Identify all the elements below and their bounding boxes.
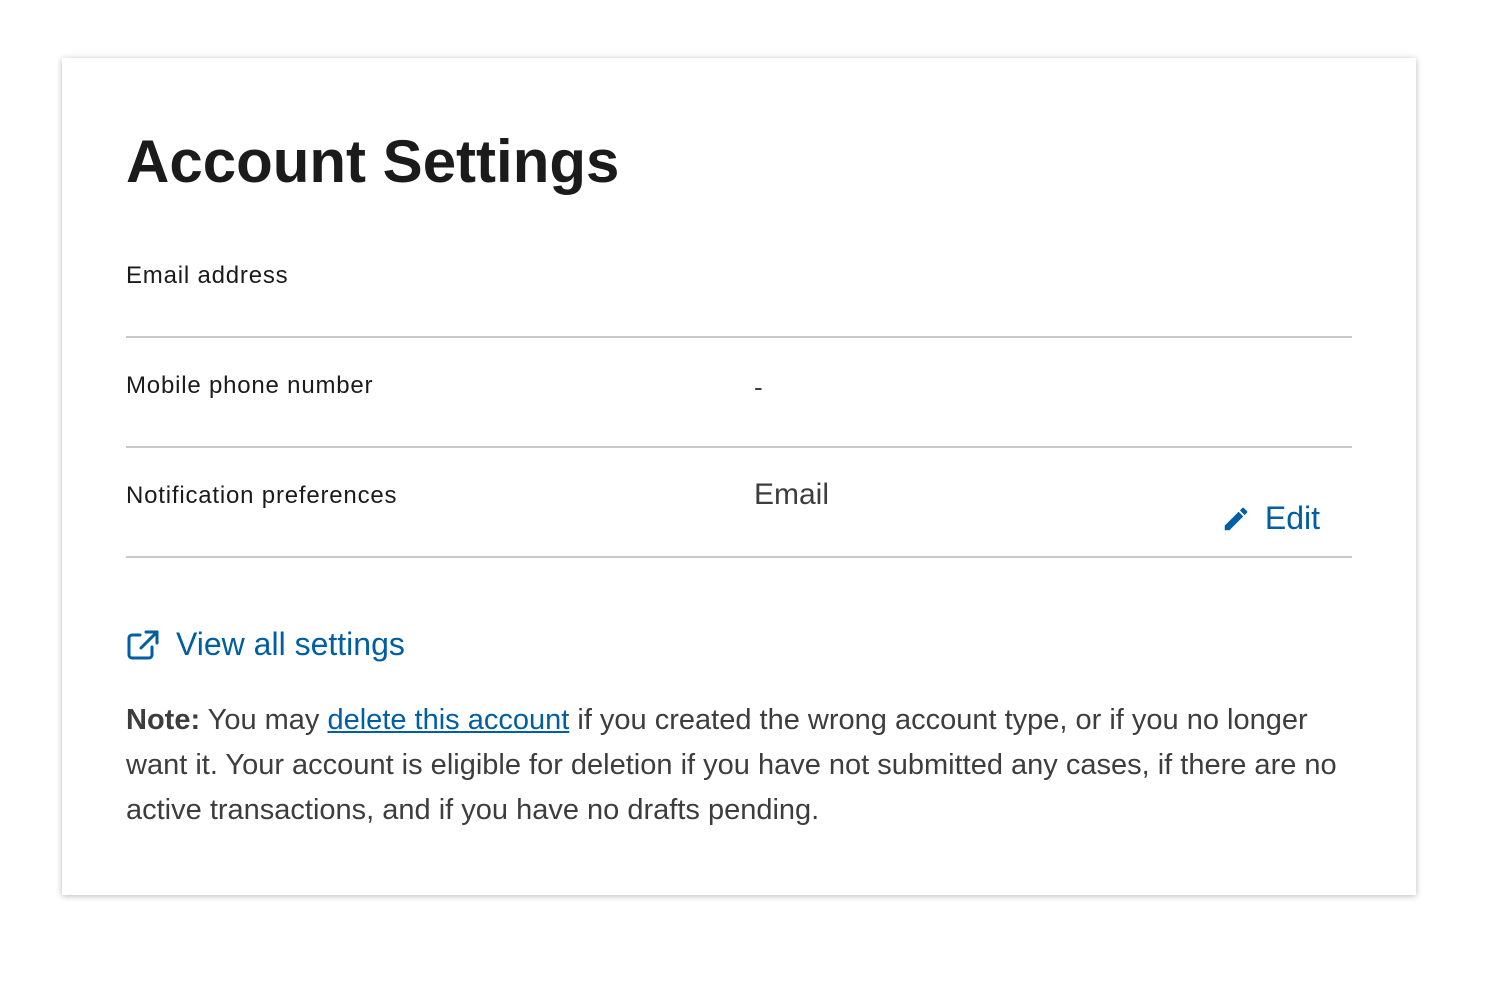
settings-list: Email address Mobile phone number - Noti… (126, 228, 1352, 558)
edit-label: Edit (1264, 500, 1320, 536)
email-address-label: Email address (126, 262, 289, 289)
page-title: Account Settings (126, 128, 620, 195)
settings-row-mobile-phone: Mobile phone number - (126, 338, 1352, 448)
delete-account-link[interactable]: delete this account (327, 704, 569, 736)
account-deletion-note: Note: You may delete this account if you… (126, 698, 1356, 833)
note-text-before-link: You may (200, 704, 328, 736)
mobile-phone-value: - (754, 372, 763, 402)
mobile-phone-label: Mobile phone number (126, 372, 374, 399)
notification-preferences-label: Notification preferences (126, 482, 398, 509)
external-link-icon (126, 629, 160, 661)
view-all-settings-label: View all settings (176, 626, 405, 662)
settings-row-notification-preferences: Notification preferences Email Edit (126, 448, 1352, 558)
pencil-icon (1221, 504, 1251, 534)
account-settings-card: Account Settings Email address Mobile ph… (62, 58, 1416, 895)
edit-notification-preferences-button[interactable]: Edit (1221, 500, 1320, 537)
view-all-settings-link[interactable]: View all settings (126, 626, 405, 663)
settings-row-email: Email address (126, 228, 1352, 338)
note-prefix: Note: (126, 704, 201, 736)
notification-preferences-value: Email (754, 478, 830, 511)
